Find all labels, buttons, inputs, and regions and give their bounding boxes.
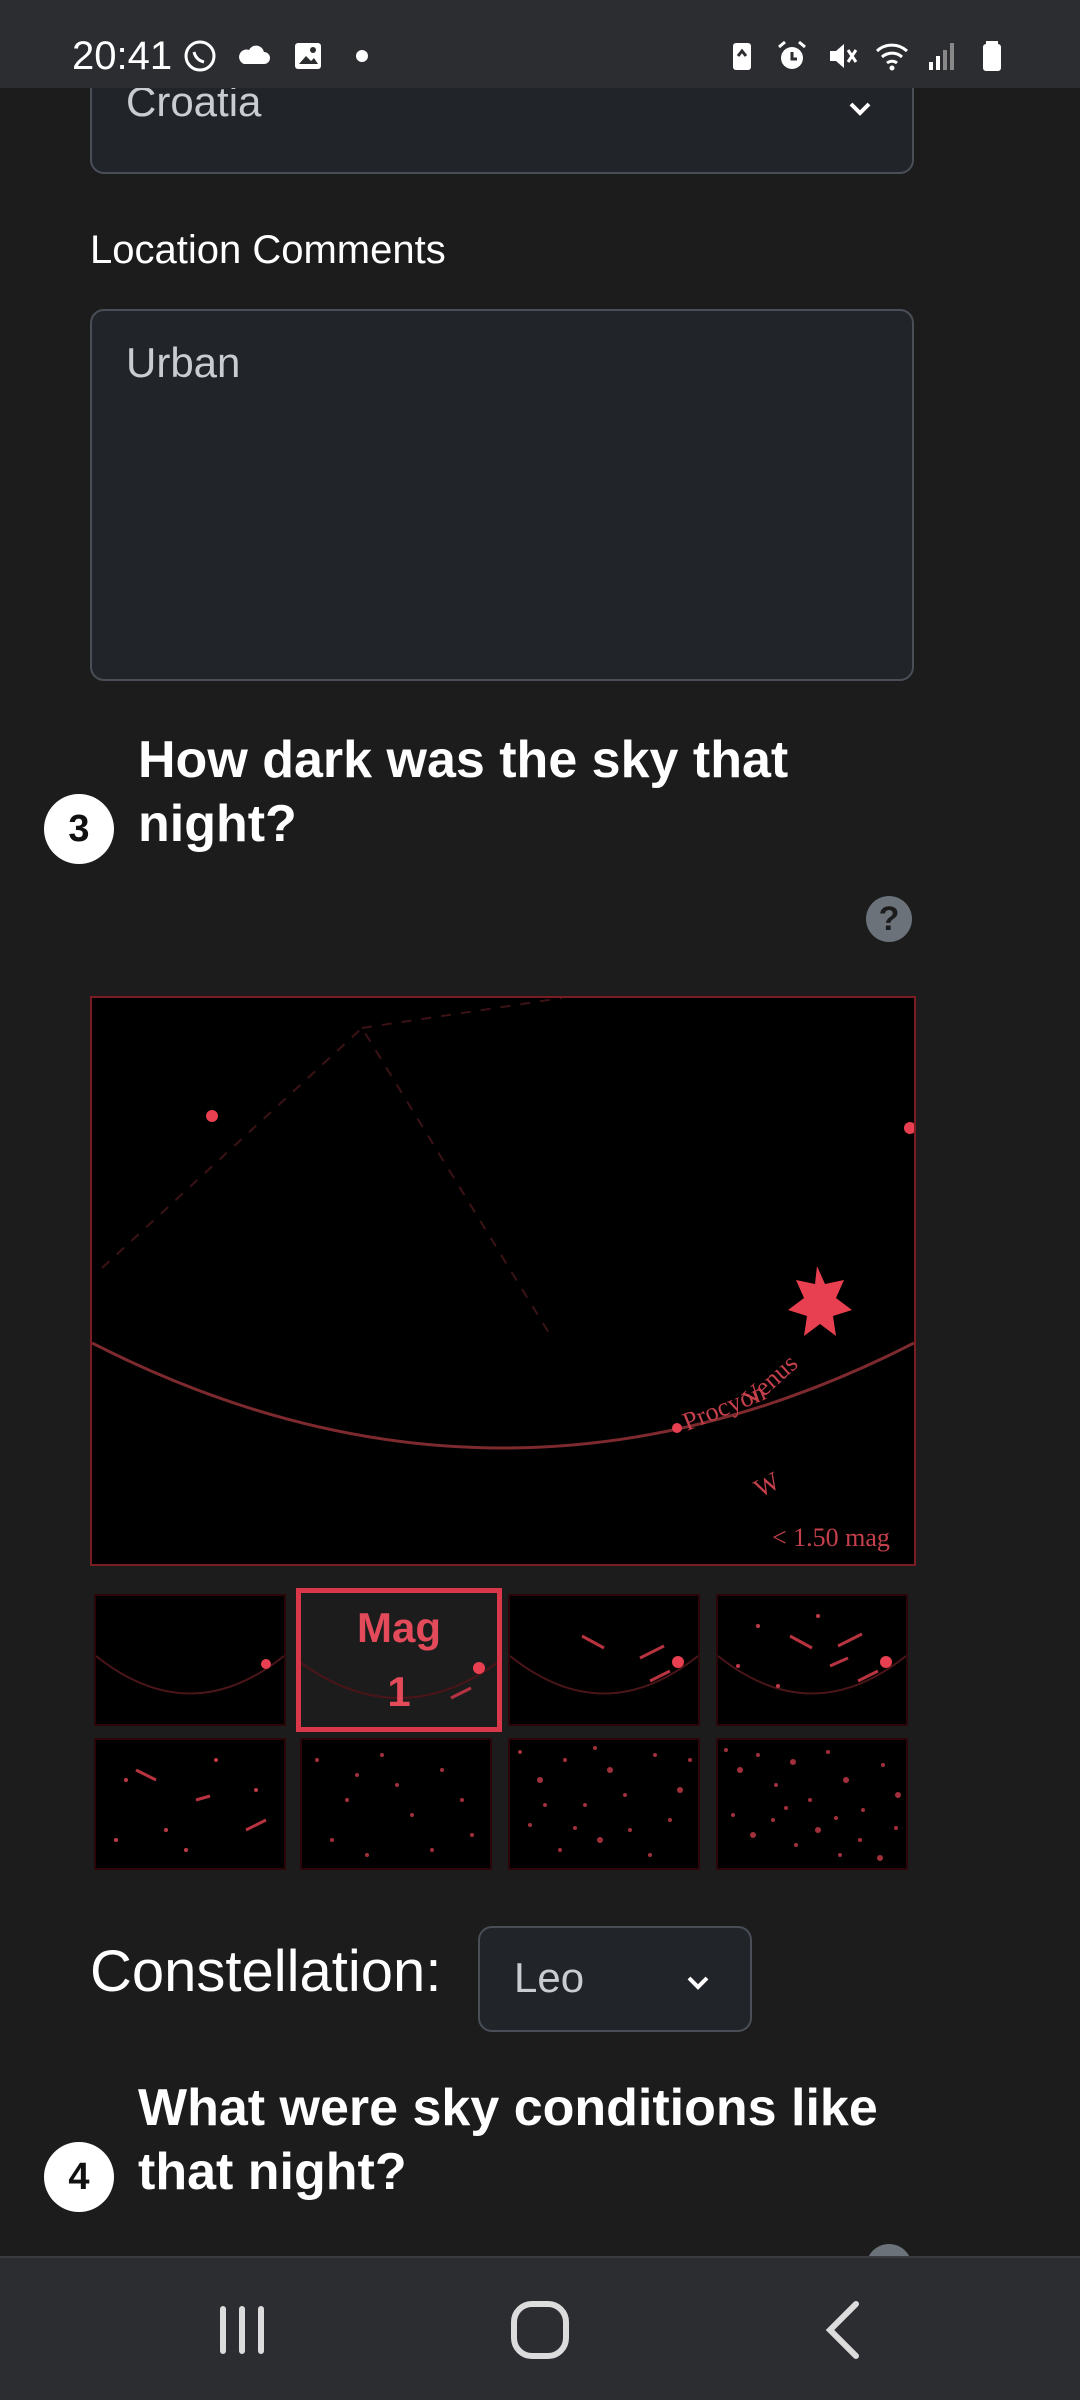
form-content: Croatia Location Comments Urban 3 How da… <box>0 88 1080 2256</box>
magnitude-option[interactable] <box>716 1738 908 1870</box>
selected-magnitude-title: Mag <box>357 1604 441 1651</box>
country-select-value: Croatia <box>126 88 262 125</box>
help-icon-partial[interactable] <box>866 2244 912 2256</box>
sky-chart-svg: Procyon Venus W < 1.50 mag <box>92 998 914 1552</box>
mute-icon <box>830 44 858 68</box>
magnitude-option-selected[interactable]: Mag 1 <box>296 1588 502 1732</box>
recents-icon[interactable] <box>202 2298 282 2362</box>
selected-magnitude-value: 1 <box>387 1668 411 1715</box>
viber-icon <box>184 40 216 72</box>
gallery-icon <box>295 43 321 69</box>
wifi-icon <box>875 43 909 71</box>
chevron-down-icon <box>687 1976 709 1990</box>
help-icon[interactable]: ? <box>866 896 912 942</box>
status-bar: 20:41 <box>0 0 1080 88</box>
venus-marker <box>788 1266 852 1336</box>
home-icon[interactable] <box>500 2298 580 2362</box>
help-symbol: ? <box>878 899 900 938</box>
magnitude-option[interactable] <box>508 1738 700 1870</box>
step-3-number: 3 <box>68 807 90 850</box>
magnitude-option[interactable] <box>508 1594 700 1726</box>
step-3-heading: How dark was the sky that night? <box>138 731 789 853</box>
magnitude-option[interactable] <box>716 1594 908 1726</box>
dot-icon <box>356 50 368 62</box>
step-3-badge: 3 <box>44 794 114 864</box>
back-icon[interactable] <box>806 2298 886 2362</box>
cloud-icon <box>239 45 270 64</box>
step-4-badge: 4 <box>44 2142 114 2212</box>
navigation-bar <box>0 2256 1080 2400</box>
star-dot <box>904 1122 914 1134</box>
sky-chart-image: Procyon Venus W < 1.50 mag <box>90 996 916 1566</box>
country-select[interactable]: Croatia <box>90 88 914 174</box>
alarm-icon <box>778 40 806 69</box>
magnitude-option[interactable] <box>300 1738 492 1870</box>
magnitude-option[interactable] <box>94 1594 286 1726</box>
magnitude-option[interactable] <box>94 1738 286 1870</box>
direction-label: W <box>749 1466 785 1503</box>
status-time: 20:41 <box>72 34 173 78</box>
step-4-number: 4 <box>68 2155 90 2198</box>
location-comments-textarea[interactable]: Urban <box>90 309 914 681</box>
procyon-dot <box>672 1423 682 1433</box>
magnitude-label: < 1.50 mag <box>772 1523 890 1552</box>
battery-saver-icon <box>733 43 751 70</box>
constellation-select[interactable]: Leo <box>478 1926 752 2032</box>
star-dot <box>206 1110 218 1122</box>
signal-icon <box>929 43 954 70</box>
location-comments-value: Urban <box>126 339 241 386</box>
constellation-select-value: Leo <box>514 1954 585 2001</box>
constellation-label: Constellation: <box>90 1939 442 2004</box>
battery-icon <box>983 41 1001 71</box>
location-comments-label: Location Comments <box>90 228 446 272</box>
step-4-heading: What were sky conditions like that night… <box>138 2079 878 2201</box>
chevron-down-icon <box>849 102 871 116</box>
